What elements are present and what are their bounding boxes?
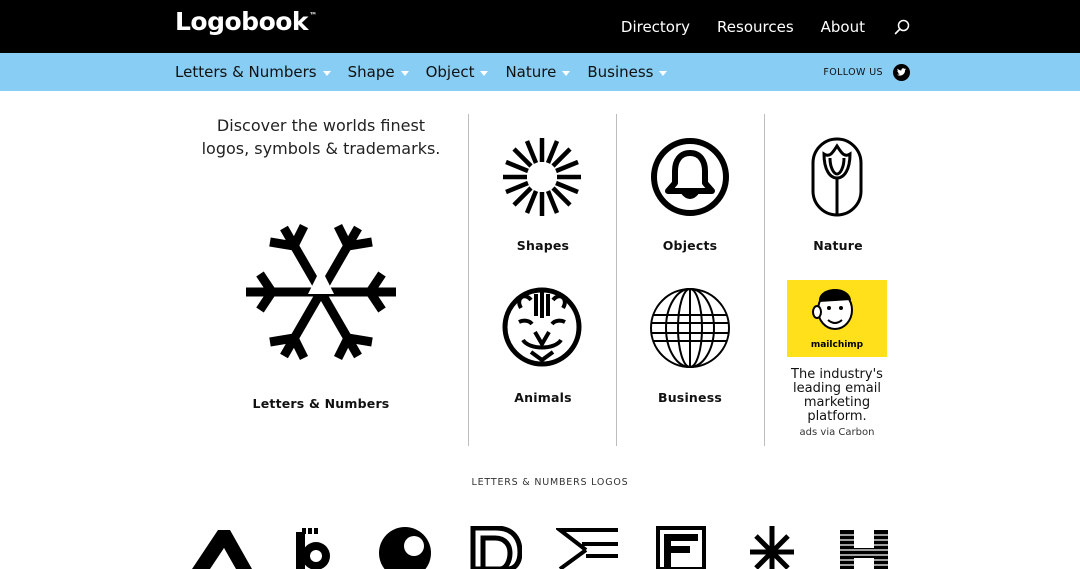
bell-icon[interactable] bbox=[649, 136, 731, 222]
nav-about-link[interactable]: About bbox=[821, 18, 865, 36]
ad-via-carbon[interactable]: ads via Carbon bbox=[785, 427, 889, 438]
category-dropdown-nature[interactable]: Nature bbox=[505, 63, 571, 81]
section-title: LETTERS & NUMBERS LOGOS bbox=[471, 477, 629, 488]
nav-directory-link[interactable]: Directory bbox=[621, 18, 690, 36]
category-dropdown-shape[interactable]: Shape bbox=[348, 63, 409, 81]
twitter-icon[interactable] bbox=[893, 63, 910, 81]
category-label-letters[interactable]: Letters & Numbers bbox=[242, 396, 400, 411]
column-divider bbox=[764, 114, 765, 446]
category-dropdown-business[interactable]: Business bbox=[587, 63, 668, 81]
letter-e-logo-icon[interactable] bbox=[556, 526, 620, 569]
tagline: Discover the worlds finest logos, symbol… bbox=[201, 116, 441, 158]
tulip-icon[interactable] bbox=[810, 136, 864, 222]
nav-resources-link[interactable]: Resources bbox=[717, 18, 794, 36]
category-label-objects[interactable]: Objects bbox=[617, 238, 763, 253]
follow-label: FOLLOW US bbox=[823, 66, 883, 78]
letter-c-logo-icon[interactable] bbox=[378, 526, 432, 569]
category-dropdown-object[interactable]: Object bbox=[426, 63, 489, 81]
site-logo[interactable]: Logobook™ bbox=[175, 7, 317, 36]
letter-b-logo-icon[interactable] bbox=[292, 526, 336, 569]
caret-down-icon bbox=[659, 70, 668, 76]
letter-h-logo-icon[interactable] bbox=[838, 526, 890, 569]
category-label-animals[interactable]: Animals bbox=[470, 390, 616, 405]
letter-d-logo-icon[interactable] bbox=[470, 526, 522, 569]
category-label-business[interactable]: Business bbox=[617, 390, 763, 405]
lion-icon[interactable] bbox=[501, 286, 583, 372]
caret-down-icon bbox=[480, 70, 489, 76]
category-bar: Letters & Numbers Shape Object Nature Bu… bbox=[0, 53, 1080, 91]
main-nav: Directory Resources About bbox=[621, 0, 910, 53]
globe-icon[interactable] bbox=[649, 287, 731, 373]
letter-f-logo-icon[interactable] bbox=[656, 526, 706, 569]
category-dropdown-letters[interactable]: Letters & Numbers bbox=[175, 63, 331, 81]
star-logo-icon[interactable] bbox=[746, 526, 798, 569]
column-divider bbox=[468, 114, 469, 446]
category-nav: Letters & Numbers Shape Object Nature Bu… bbox=[175, 53, 668, 91]
letter-a-logo-icon[interactable] bbox=[192, 526, 252, 569]
caret-down-icon bbox=[322, 70, 331, 76]
snowflake-a-icon[interactable] bbox=[242, 222, 400, 366]
top-bar: Logobook™ Directory Resources About bbox=[0, 0, 1080, 53]
sunburst-icon[interactable] bbox=[501, 136, 583, 222]
caret-down-icon bbox=[562, 70, 571, 76]
ad-image[interactable]: mailchimp bbox=[787, 280, 887, 357]
caret-down-icon bbox=[400, 70, 409, 76]
category-label-shapes[interactable]: Shapes bbox=[470, 238, 616, 253]
ad-text[interactable]: The industry's leading email marketing p… bbox=[785, 368, 889, 424]
svg-text:mailchimp: mailchimp bbox=[811, 340, 864, 350]
follow-us: FOLLOW US bbox=[823, 53, 910, 91]
search-icon[interactable] bbox=[894, 19, 910, 35]
category-label-nature[interactable]: Nature bbox=[765, 238, 911, 253]
